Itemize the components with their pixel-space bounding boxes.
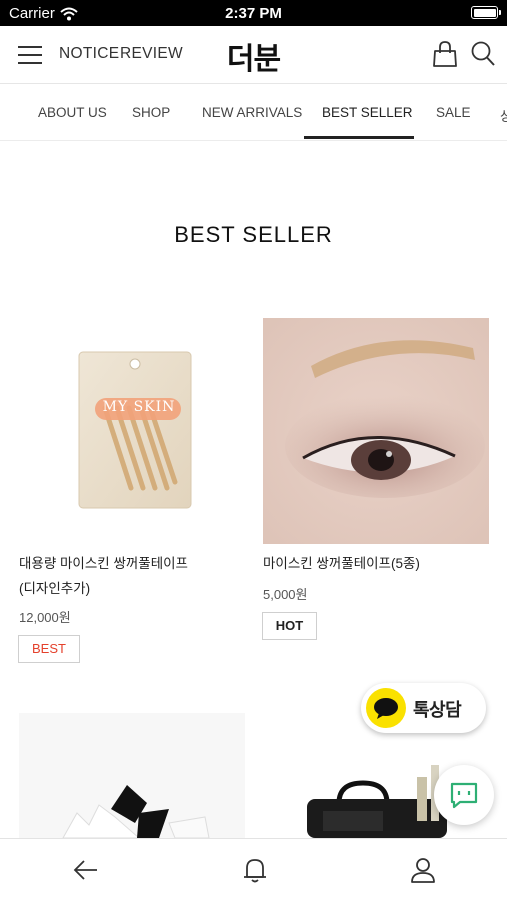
product-name[interactable]: 대용량 마이스킨 쌍꺼풀테이프 (디자인추가)	[19, 551, 249, 601]
tab-sale[interactable]: SALE	[436, 105, 471, 120]
category-nav: ABOUT US SHOP NEW ARRIVALS BEST SELLER S…	[0, 85, 507, 141]
kakao-chat-button[interactable]: 톡상담	[361, 683, 486, 733]
status-bar: Carrier 2:37 PM	[0, 0, 507, 26]
package-brand-text: MY SKIN	[102, 399, 176, 415]
tab-about-us[interactable]: ABOUT US	[38, 105, 107, 120]
tab-shop[interactable]: SHOP	[132, 105, 170, 120]
bell-icon[interactable]	[240, 855, 270, 885]
tab-new-arrivals[interactable]: NEW ARRIVALS	[202, 105, 302, 120]
active-tab-indicator	[304, 136, 414, 139]
eye-makeup-photo	[263, 318, 489, 544]
search-icon[interactable]	[470, 40, 496, 68]
product-image[interactable]	[263, 318, 489, 544]
chat-button[interactable]	[434, 765, 494, 825]
product-name[interactable]: 마이스킨 쌍꺼풀테이프(5종)	[263, 551, 493, 576]
user-icon[interactable]	[408, 855, 438, 885]
hot-badge: HOT	[262, 612, 317, 640]
back-arrow-icon[interactable]	[71, 855, 101, 885]
shopping-bag-icon[interactable]	[432, 40, 458, 68]
chat-bubble-icon	[450, 782, 478, 809]
tab-more[interactable]: 상	[500, 105, 507, 125]
product-name-line1: 대용량 마이스킨 쌍꺼풀테이프	[19, 556, 188, 571]
brand-logo[interactable]: 더분	[0, 34, 507, 78]
kakao-chat-label: 톡상담	[413, 700, 462, 720]
bottom-toolbar	[0, 838, 507, 900]
top-header: NOTICE REVIEW 더분	[0, 26, 507, 84]
battery-icon	[471, 6, 501, 19]
section-title: BEST SELLER	[174, 222, 333, 247]
product-price: 5,000원	[263, 587, 308, 602]
kakao-talk-icon	[366, 688, 406, 728]
product-price: 12,000원	[19, 610, 71, 625]
product-name-line2: (디자인추가)	[19, 581, 91, 596]
best-badge: BEST	[18, 635, 80, 663]
product-image[interactable]	[19, 713, 245, 838]
sponge-product-photo	[62, 785, 210, 838]
tab-best-seller[interactable]: BEST SELLER	[322, 105, 413, 120]
tape-package-illustration	[78, 351, 192, 509]
status-time: 2:37 PM	[225, 5, 282, 22]
product-image[interactable]: MY SKIN	[19, 318, 245, 544]
